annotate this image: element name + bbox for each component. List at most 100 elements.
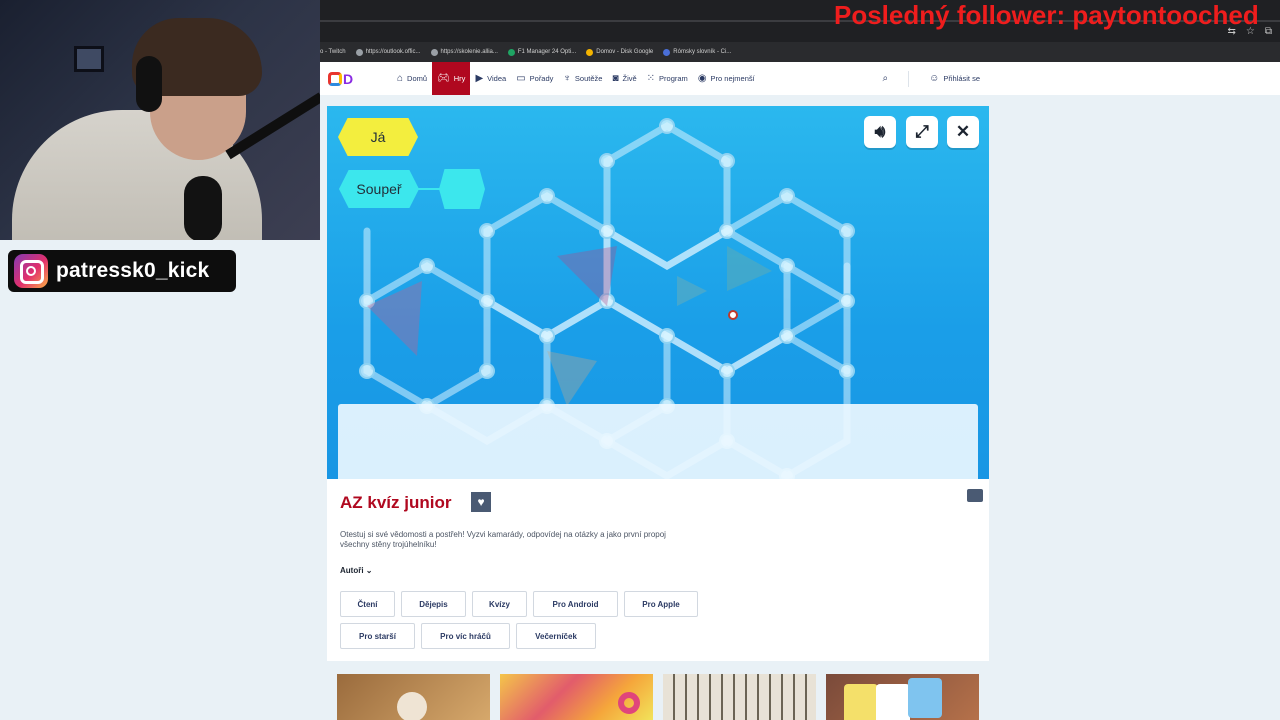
- last-follower-banner: Posledný follower: paytontooched: [834, 0, 1259, 30]
- tag-cteni[interactable]: Čtení: [340, 591, 395, 617]
- tag-pro-vic-hracu[interactable]: Pro víc hráčů: [421, 623, 510, 649]
- bookmark-item[interactable]: https://skolenie.allia...: [430, 48, 498, 56]
- chevron-down-icon: ⌄: [365, 566, 373, 575]
- webcam-feed: [0, 0, 320, 240]
- gamepad-icon: 🎮︎: [437, 73, 450, 84]
- related-game-thumbnail[interactable]: [337, 674, 490, 720]
- game-title: AZ kvíz junior: [340, 493, 452, 512]
- nav-right: ⌕ ☺ Přihlásit se: [882, 62, 980, 95]
- nav-item-zive[interactable]: ◙ Živě: [607, 62, 641, 95]
- globe-icon: [355, 48, 363, 56]
- bookmark-item[interactable]: Rómsky slovník - Ci...: [663, 48, 732, 56]
- close-game-button[interactable]: ✕: [947, 116, 979, 148]
- bookmark-item[interactable]: o - Twitch: [320, 49, 346, 55]
- bookmark-label: Rómsky slovník - Ci...: [673, 49, 732, 55]
- tag-dejepis[interactable]: Dějepis: [401, 591, 466, 617]
- nav-item-hry[interactable]: 🎮︎ Hry: [432, 62, 471, 95]
- nav-item-domu[interactable]: ⌂ Domů: [392, 62, 432, 95]
- search-icon[interactable]: ⌕: [882, 73, 888, 84]
- bookmark-item[interactable]: Domov - Disk Google: [586, 48, 654, 56]
- bookmark-item[interactable]: https://outlook.offic...: [355, 48, 421, 56]
- user-icon: ☺: [929, 73, 940, 84]
- nav-divider: [908, 70, 910, 87]
- grid-icon: ⁙: [646, 73, 656, 84]
- card-shape: [844, 684, 878, 720]
- site-header: D ⌂ Domů 🎮︎ Hry ▶ Videa ▭ Pořady ♆ Soutěže ◙ Ž…: [320, 62, 1280, 95]
- nav-label: Pořady: [529, 74, 554, 83]
- nav-label: Pro nejmenší: [710, 74, 755, 83]
- bookmark-label: Domov - Disk Google: [596, 49, 654, 55]
- ct-d-logo[interactable]: D: [328, 71, 374, 87]
- logo-text: D: [343, 70, 354, 87]
- bookmark-label: o - Twitch: [320, 49, 346, 55]
- comment-icon[interactable]: [967, 489, 983, 502]
- nav-label: Domů: [407, 74, 428, 83]
- related-game-thumbnail[interactable]: [826, 674, 979, 720]
- game-canvas[interactable]: Já Soupeř 🔊︎ ⤢ ✕: [327, 106, 989, 479]
- player-opponent-hex: Soupeř: [339, 170, 419, 208]
- sound-button[interactable]: 🔊︎: [864, 116, 896, 148]
- globe-icon: [430, 48, 438, 56]
- bookmark-label: https://outlook.offic...: [365, 49, 421, 55]
- nav-label: Živě: [622, 74, 637, 83]
- nav-item-pro-nejmensi[interactable]: ◉ Pro nejmenší: [693, 62, 760, 95]
- opponent-score-hex: [439, 169, 485, 209]
- instagram-icon: [14, 254, 48, 288]
- tag-pro-android[interactable]: Pro Android: [533, 591, 618, 617]
- login-label: Přihlásit se: [943, 74, 980, 83]
- game-description: Otestuj si své vědomosti a postřeh! Vyzv…: [340, 530, 666, 549]
- main-nav: ⌂ Domů 🎮︎ Hry ▶ Videa ▭ Pořady ♆ Soutěže ◙ Živ…: [392, 62, 760, 95]
- instagram-handle: patressk0_kick: [56, 259, 210, 282]
- favorite-button[interactable]: ♥: [471, 492, 491, 512]
- globe-icon: ◉: [697, 73, 707, 84]
- tag-vecernicek[interactable]: Večerníček: [516, 623, 596, 649]
- sheets-icon: [507, 48, 515, 56]
- card-shape: [876, 684, 910, 720]
- player-opponent-label: Soupeř: [356, 181, 402, 197]
- nav-label: Program: [659, 74, 688, 83]
- microphone: [184, 176, 222, 240]
- play-icon: ▶: [475, 73, 484, 84]
- instagram-badge: patressk0_kick: [8, 250, 236, 292]
- nav-label: Hry: [453, 74, 466, 83]
- card-shape: [908, 678, 942, 718]
- fullscreen-icon: ⤢: [915, 122, 929, 141]
- related-game-thumbnail[interactable]: [500, 674, 653, 720]
- dictionary-icon: [663, 48, 671, 56]
- home-icon: ⌂: [397, 73, 404, 84]
- wall-picture: [74, 46, 104, 72]
- nav-item-souteze[interactable]: ♆ Soutěže: [558, 62, 607, 95]
- bookmark-item[interactable]: F1 Manager 24 Opti...: [507, 48, 577, 56]
- close-icon: ✕: [955, 122, 971, 141]
- authors-label: Autoři: [340, 566, 364, 575]
- camera-icon: ◙: [612, 73, 619, 84]
- bookmark-label: F1 Manager 24 Opti...: [517, 49, 577, 55]
- tag-pro-starsi[interactable]: Pro starší: [340, 623, 415, 649]
- trophy-icon: ♆: [563, 73, 571, 84]
- related-game-thumbnail[interactable]: [663, 674, 816, 720]
- tag-list: Čtení Dějepis Kvízy Pro Android Pro Appl…: [340, 591, 720, 649]
- donut-shape: [618, 692, 640, 714]
- authors-toggle[interactable]: Autoři ⌄: [340, 566, 373, 575]
- nav-item-program[interactable]: ⁙ Program: [642, 62, 693, 95]
- nav-item-videa[interactable]: ▶ Videa: [470, 62, 511, 95]
- login-link[interactable]: ☺ Přihlásit se: [929, 73, 980, 84]
- nav-item-porady[interactable]: ▭ Pořady: [511, 62, 558, 95]
- question-panel: [338, 404, 978, 479]
- cursor-marker: [728, 310, 738, 320]
- bookmarks-bar: o - Twitch https://outlook.offic... http…: [320, 42, 1280, 62]
- tag-pro-apple[interactable]: Pro Apple: [624, 591, 698, 617]
- nav-label: Soutěže: [574, 74, 603, 83]
- drive-icon: [586, 48, 594, 56]
- bookmark-label: https://skolenie.allia...: [440, 49, 498, 55]
- game-info-card: AZ kvíz junior ♥ Otestuj si své vědomost…: [327, 479, 989, 661]
- fullscreen-button[interactable]: ⤢: [906, 116, 938, 148]
- nav-label: Videa: [487, 74, 507, 83]
- tv-icon: ▭: [516, 73, 526, 84]
- speaker-icon: 🔊︎: [874, 122, 886, 141]
- logo-mark: [328, 71, 342, 86]
- tag-kvizy[interactable]: Kvízy: [472, 591, 527, 617]
- heart-icon: ♥: [477, 495, 485, 509]
- player-me-hex: Já: [338, 118, 418, 156]
- player-me-label: Já: [370, 129, 386, 145]
